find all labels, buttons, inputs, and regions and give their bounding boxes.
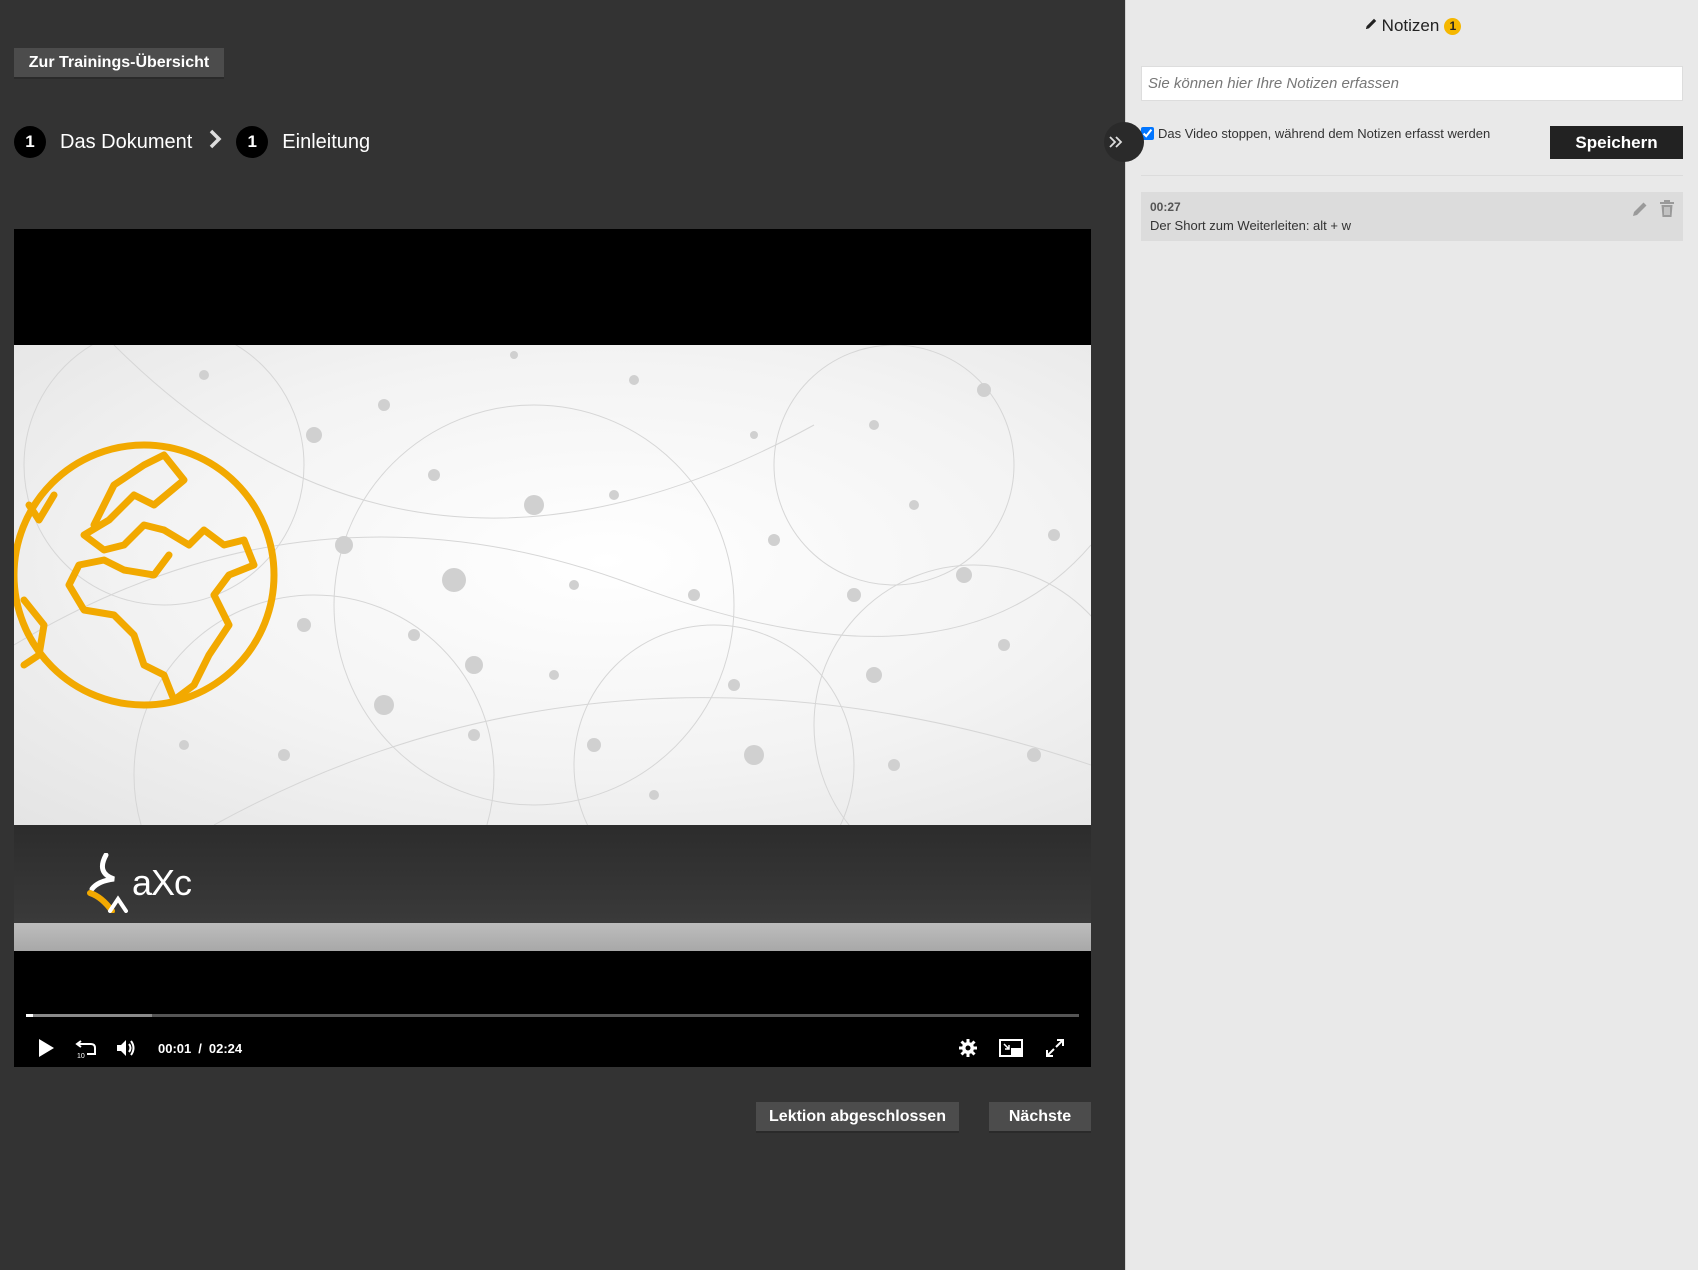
divider: [1141, 175, 1683, 176]
progress-buffered: [26, 1014, 153, 1017]
axc-logo-mark: [87, 853, 128, 913]
volume-icon[interactable]: [108, 1029, 144, 1067]
stop-video-label: Das Video stoppen, während dem Notizen e…: [1158, 126, 1491, 141]
next-button[interactable]: Nächste: [989, 1102, 1091, 1133]
lesson-done-button[interactable]: Lektion abgeschlossen: [756, 1102, 959, 1133]
training-overview-button[interactable]: Zur Trainings-Übersicht: [14, 48, 224, 79]
duration: 02:24: [208, 1040, 243, 1056]
axc-logo: aXc: [86, 853, 192, 913]
pencil-icon: [1364, 16, 1378, 36]
main-area: Zur Trainings-Übersicht 1 Das Dokument 1…: [0, 0, 1125, 1270]
note-actions: [1631, 200, 1675, 218]
breadcrumb-lesson: Einleitung: [282, 130, 371, 153]
axc-logo-text: aXc: [132, 862, 192, 903]
save-note-button[interactable]: Speichern: [1550, 126, 1683, 159]
globe-graphic: [14, 441, 278, 709]
double-chevron-icon[interactable]: [1104, 122, 1144, 162]
chapter-number-badge: 1: [14, 126, 46, 158]
current-time: 00:01: [158, 1040, 192, 1056]
notes-panel: Notizen 1 Das Video stoppen, während dem…: [1125, 0, 1698, 1270]
note-input[interactable]: [1141, 66, 1683, 101]
video-player[interactable]: aXc 10 00:01 / 02:24: [14, 229, 1091, 1067]
notes-header: Notizen 1: [1126, 16, 1698, 36]
picture-in-picture-icon[interactable]: [993, 1029, 1029, 1067]
fullscreen-icon[interactable]: [1037, 1029, 1073, 1067]
video-progress-bar[interactable]: [26, 1014, 1079, 1017]
trash-icon[interactable]: [1659, 200, 1675, 218]
lesson-number-badge: 1: [236, 126, 269, 158]
stop-video-option[interactable]: Das Video stoppen, während dem Notizen e…: [1141, 126, 1490, 141]
note-timestamp[interactable]: 00:27: [1150, 200, 1674, 214]
replay-10-icon[interactable]: 10: [68, 1029, 104, 1067]
time-display: 00:01 / 02:24: [158, 1029, 242, 1067]
play-icon[interactable]: [28, 1029, 64, 1067]
notes-count-badge: 1: [1444, 17, 1462, 35]
edit-icon[interactable]: [1631, 200, 1649, 218]
time-separator: /: [198, 1040, 202, 1056]
note-item[interactable]: 00:27 Der Short zum Weiterleiten: alt + …: [1141, 192, 1683, 241]
svg-text:10: 10: [77, 1053, 85, 1059]
video-frame: [14, 345, 1091, 825]
note-text: Der Short zum Weiterleiten: alt + w: [1150, 218, 1351, 233]
video-controls: 10 00:01 / 02:24: [14, 1029, 1091, 1067]
progress-played: [26, 1014, 34, 1017]
gear-icon[interactable]: [950, 1029, 986, 1067]
notes-title: Notizen: [1381, 16, 1440, 35]
breadcrumb: 1 Das Dokument 1 Einleitung: [14, 126, 370, 158]
breadcrumb-chapter[interactable]: Das Dokument: [60, 131, 192, 154]
video-lower-strip: [14, 923, 1091, 951]
chevron-right-icon: [208, 128, 222, 156]
